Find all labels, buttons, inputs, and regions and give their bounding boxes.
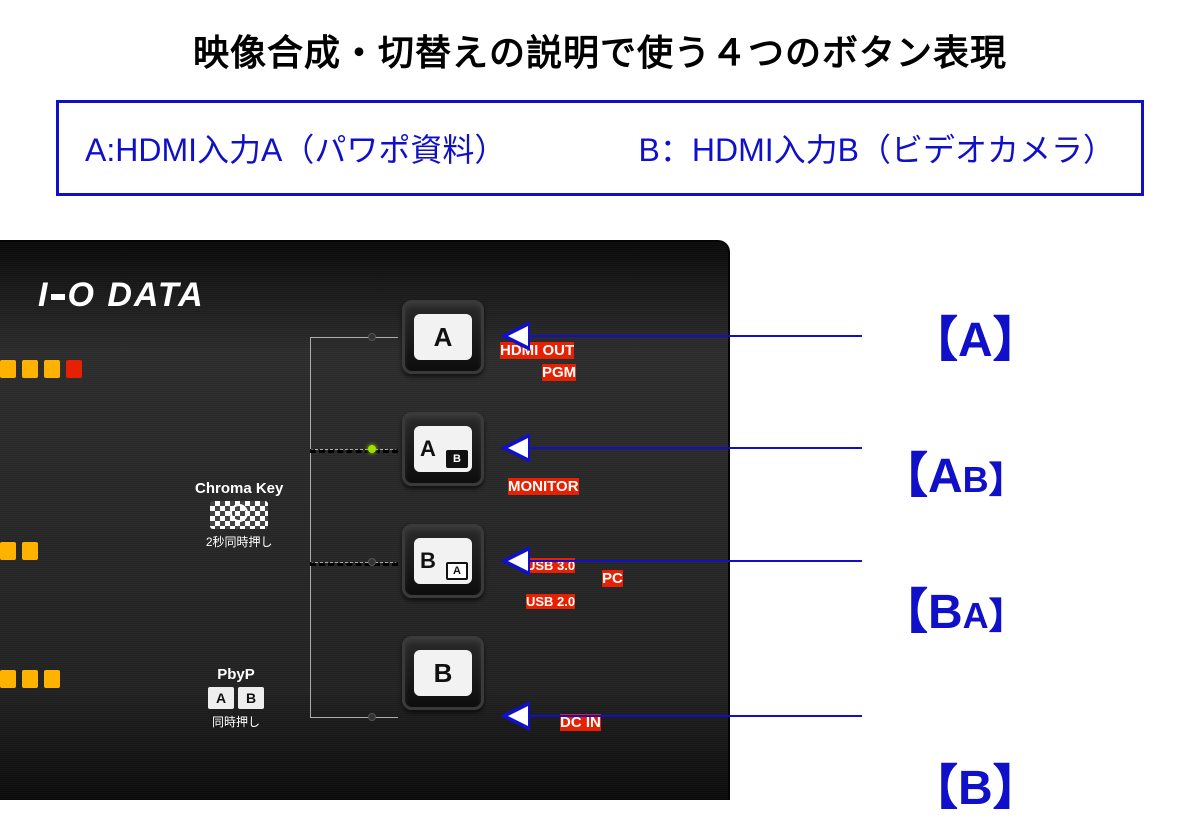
wire-to-a bbox=[310, 337, 398, 338]
led-ab bbox=[368, 445, 376, 453]
label-pc: PC bbox=[602, 570, 623, 587]
pointer-label-b: 【B】 bbox=[910, 748, 1041, 818]
led-ba bbox=[368, 558, 376, 566]
wire-vertical bbox=[310, 337, 311, 717]
page-title: 映像合成・切替えの説明で使う４つのボタン表現 bbox=[0, 24, 1200, 76]
level-meter-3 bbox=[0, 670, 60, 688]
pointer-label-a: 【A】 bbox=[910, 300, 1041, 370]
chroma-key-legend: Chroma Key 2秒同時押し bbox=[195, 480, 283, 550]
label-usb20: USB 2.0 bbox=[526, 594, 575, 609]
chroma-icon bbox=[210, 501, 268, 529]
pointer-label-ba: 【BA】 bbox=[880, 572, 1041, 642]
chroma-title: Chroma Key bbox=[195, 480, 283, 497]
legend-box: A:HDMI入力A（パワポ資料） B：HDMI入力B（ビデオカメラ） bbox=[56, 100, 1144, 196]
pointer-label-ab: 【AB】 bbox=[880, 436, 1041, 506]
pbyp-title: PbyP bbox=[208, 666, 264, 683]
pbyp-b: B bbox=[238, 687, 264, 709]
led-b bbox=[368, 713, 376, 721]
level-meter-2 bbox=[0, 542, 38, 560]
wire-to-ab bbox=[310, 449, 398, 453]
label-pgm: PGM bbox=[542, 364, 576, 381]
legend-a: A:HDMI入力A（パワポ資料） bbox=[85, 125, 506, 171]
pointer-label-column: 【A】 【AB】 【BA】 【B】 bbox=[880, 300, 1041, 818]
pbyp-legend: PbyP A B 同時押し bbox=[208, 666, 264, 730]
pip-sub-a: A bbox=[446, 562, 468, 580]
wire-to-ba bbox=[310, 562, 398, 566]
hw-button-b[interactable]: B bbox=[402, 636, 484, 710]
hw-button-a[interactable]: A bbox=[402, 300, 484, 374]
chroma-sub: 2秒同時押し bbox=[195, 533, 283, 550]
pbyp-sub: 同時押し bbox=[208, 713, 264, 730]
legend-b: B：HDMI入力B（ビデオカメラ） bbox=[639, 125, 1115, 171]
brand-logo: IO DATA bbox=[38, 276, 205, 315]
keycap-a: A bbox=[414, 314, 472, 360]
pip-sub-b: B bbox=[446, 450, 468, 468]
keycap-ab: A B bbox=[414, 426, 472, 472]
level-meter-1 bbox=[0, 360, 82, 378]
keycap-ba: B A bbox=[414, 538, 472, 584]
label-monitor: MONITOR bbox=[508, 478, 579, 495]
pbyp-a: A bbox=[208, 687, 234, 709]
wire-to-b bbox=[310, 717, 398, 718]
hw-button-ba[interactable]: B A bbox=[402, 524, 484, 598]
hw-button-ab[interactable]: A B bbox=[402, 412, 484, 486]
keycap-b: B bbox=[414, 650, 472, 696]
led-a bbox=[368, 333, 376, 341]
